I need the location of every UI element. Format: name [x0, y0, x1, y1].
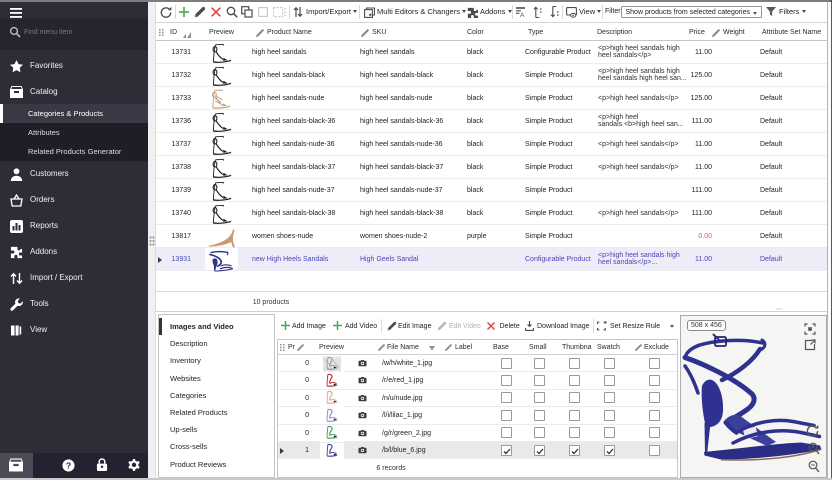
svg-text:A: A — [520, 12, 525, 17]
svg-text:?: ? — [66, 461, 71, 471]
